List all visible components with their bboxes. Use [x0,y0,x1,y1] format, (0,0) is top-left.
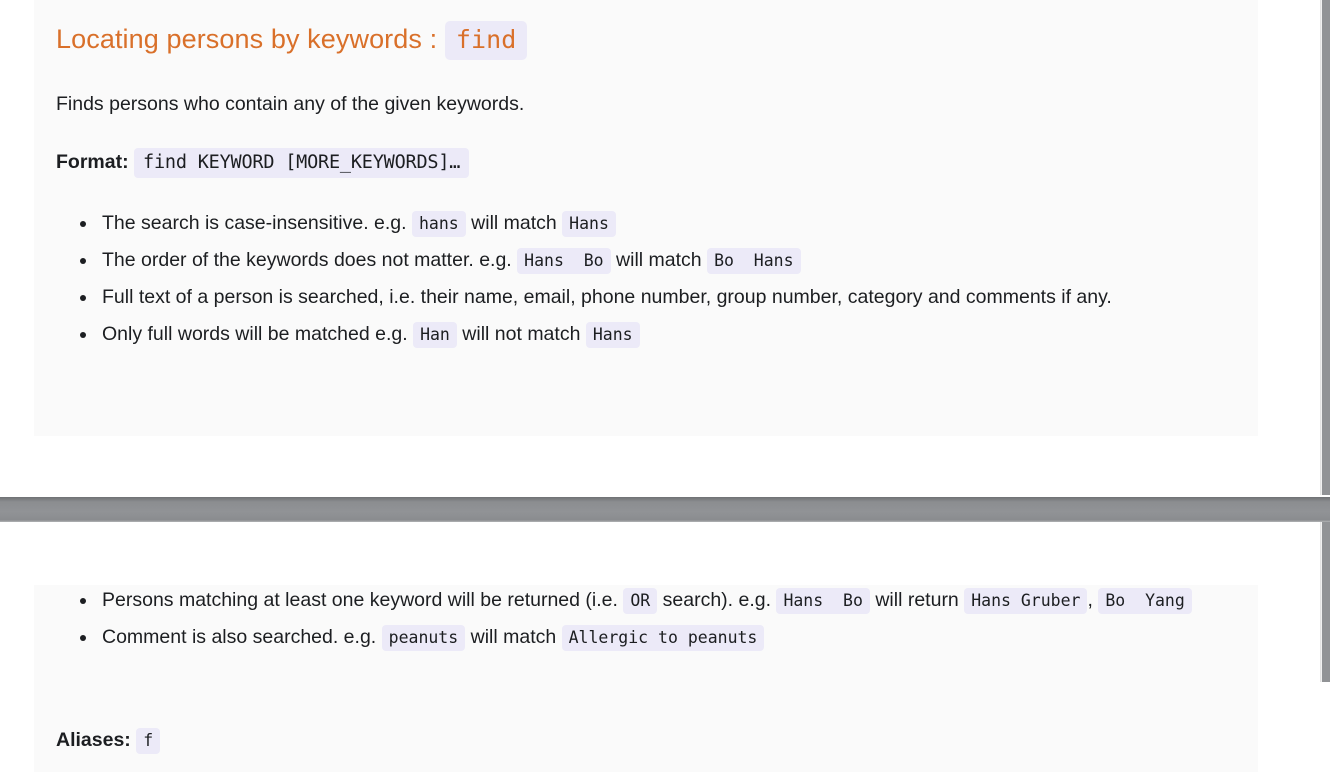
bullet-code-5d: Bo Yang [1098,588,1192,614]
bullet-text-5b: search). e.g. [657,589,777,611]
bottom-bullet-list: Persons matching at least one keyword wi… [56,582,1292,656]
bullet-code-1a: hans [411,211,466,237]
format-line: Format: find KEYWORD [MORE_KEYWORDS]… [56,148,470,178]
bullet-code-4a: Han [413,322,457,348]
list-item: The order of the keywords does not matte… [80,242,1242,279]
aliases-line: Aliases: f [56,726,161,755]
aliases-label: Aliases: [56,729,131,751]
intro-paragraph: Finds persons who contain any of the giv… [56,93,525,115]
page-title-text: Locating persons by keywords : [56,24,445,54]
scrollbar-thumb[interactable] [1322,0,1330,495]
format-command-code: find KEYWORD [MORE_KEYWORDS]… [134,148,470,178]
bullet-text-2b: will match [610,249,708,271]
format-label: Format: [56,151,129,173]
bullet-code-5c: Hans Gruber [964,588,1088,614]
bullet-code-2a: Hans Bo [517,248,611,274]
scrollbar-thumb[interactable] [1322,522,1330,682]
top-pane-scrollbar[interactable] [1320,0,1330,495]
list-item: Persons matching at least one keyword wi… [80,582,1292,619]
bullet-code-5b: Hans Bo [776,588,870,614]
top-bullet-list: The search is case-insensitive. e.g. han… [56,205,1242,353]
bullet-text-6b: will match [465,626,562,648]
bullet-text-1a: The search is case-insensitive. e.g. [102,212,412,234]
bullet-text-5d: , [1087,589,1099,611]
aliases-code: f [136,728,161,754]
bullet-text-1b: will match [465,212,563,234]
document-viewport: Locating persons by keywords : find Find… [0,0,1330,772]
bullet-code-1b: Hans [562,211,616,237]
bullet-text-4a: Only full words will be matched e.g. [102,323,414,345]
top-document-pane: Locating persons by keywords : find Find… [0,0,1330,495]
bullet-code-4b: Hans [585,322,640,348]
page-title: Locating persons by keywords : find [56,18,528,61]
bullet-text-6a: Comment is also searched. e.g. [102,626,382,648]
bullet-text-3a: Full text of a person is searched, i.e. … [102,286,1112,308]
bullet-code-2b: Bo Hans [707,248,801,274]
bullet-code-5a: OR [623,588,658,614]
bullet-text-5c: will return [869,589,965,611]
page-title-command-code: find [444,21,528,60]
bullet-text-2a: The order of the keywords does not matte… [102,249,518,271]
pane-divider [0,495,1330,524]
bullet-text-5a: Persons matching at least one keyword wi… [102,589,624,611]
list-item: Comment is also searched. e.g. peanuts w… [80,619,1292,656]
list-item: The search is case-insensitive. e.g. han… [80,205,1242,242]
bottom-pane-scrollbar[interactable] [1320,522,1330,682]
bullet-code-6a: peanuts [381,625,466,651]
bullet-text-4b: will not match [456,323,586,345]
list-item: Only full words will be matched e.g. Han… [80,316,1242,353]
list-item: Full text of a person is searched, i.e. … [80,279,1242,316]
bullet-code-6b: Allergic to peanuts [561,625,765,651]
